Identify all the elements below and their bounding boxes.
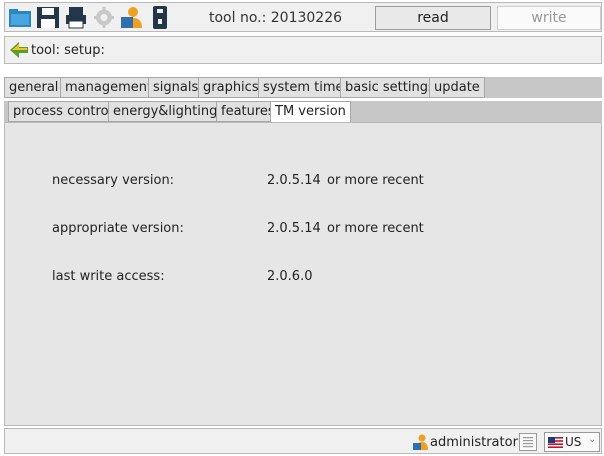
tab-signals[interactable]: signals	[148, 77, 204, 98]
user-icon	[413, 434, 429, 450]
tab-process-control[interactable]: process control	[8, 101, 118, 122]
us-flag-icon	[548, 437, 563, 448]
language-select[interactable]: US ⌄	[544, 432, 600, 452]
tab-basic-settings[interactable]: basic settings	[340, 77, 440, 98]
main-toolbar: tool no.: 20130226 read write	[4, 2, 602, 32]
tab-bar-primary: general management signals graphics syst…	[4, 77, 602, 98]
status-bar: administrator US ⌄	[4, 428, 602, 454]
tab-tm-version[interactable]: TM version	[270, 101, 351, 123]
save-icon[interactable]	[36, 5, 60, 30]
write-button[interactable]: write	[497, 6, 601, 30]
tab-general[interactable]: general	[4, 77, 64, 98]
read-button[interactable]: read	[375, 6, 491, 30]
appropriate-version-label: appropriate version:	[52, 221, 184, 236]
keyboard-button[interactable]	[519, 433, 537, 451]
tm-version-panel: necessary version: 2.0.5.14 or more rece…	[4, 122, 602, 426]
keyboard-icon	[523, 437, 533, 448]
tab-update[interactable]: update	[429, 77, 485, 98]
settings-gear-icon[interactable]	[92, 5, 116, 30]
tab-bar-secondary: process control energy&lighting features…	[4, 101, 602, 123]
open-folder-icon[interactable]	[8, 5, 32, 30]
necessary-version-label: necessary version:	[52, 173, 175, 188]
tool-number-label: tool no.: 20130226	[209, 10, 343, 26]
user-tools-icon[interactable]	[120, 5, 144, 30]
last-write-access-value: 2.0.6.0	[267, 269, 313, 284]
necessary-version-value: 2.0.5.14	[267, 173, 321, 188]
last-write-access-label: last write access:	[52, 269, 165, 284]
usb-device-icon[interactable]	[148, 5, 172, 30]
chevron-down-icon: ⌄	[588, 434, 597, 445]
necessary-version-note: or more recent	[327, 173, 424, 188]
breadcrumb-text: tool: setup:	[31, 43, 105, 58]
tab-system-time[interactable]: system time	[258, 77, 349, 98]
tab-graphics[interactable]: graphics	[198, 77, 264, 98]
back-arrow-icon[interactable]	[9, 41, 29, 59]
breadcrumb: tool: setup:	[4, 36, 602, 64]
print-icon[interactable]	[64, 5, 88, 30]
language-code: US	[565, 435, 582, 449]
appropriate-version-note: or more recent	[327, 221, 424, 236]
tab-energy-lighting[interactable]: energy&lighting	[108, 101, 223, 122]
appropriate-version-value: 2.0.5.14	[267, 221, 321, 236]
current-user-name: administrator	[430, 435, 518, 450]
tab-management[interactable]: management	[60, 77, 158, 98]
